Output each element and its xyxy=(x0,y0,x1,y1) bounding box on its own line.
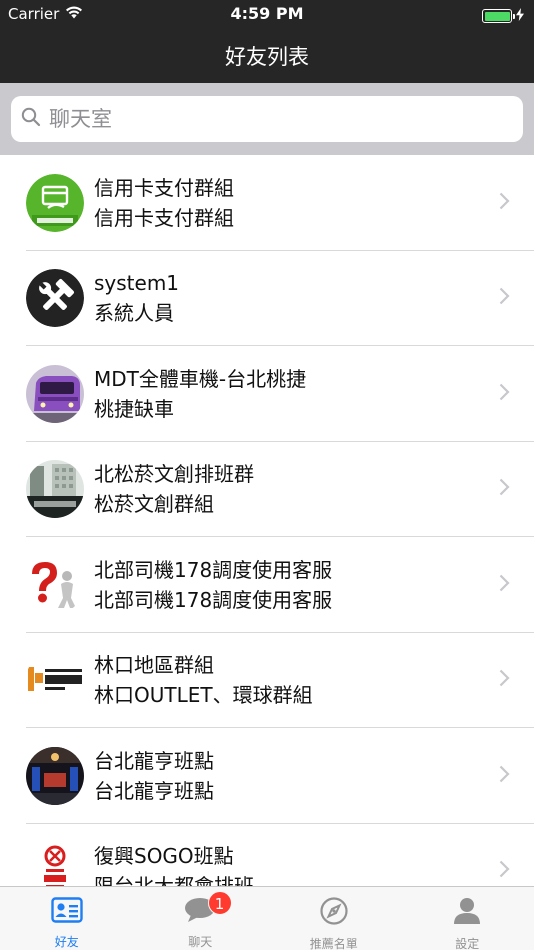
battery-indicator xyxy=(482,7,524,25)
tab-bar: 好友 1 聊天 推薦名單 設定 xyxy=(0,886,534,950)
tab-friends[interactable]: 好友 xyxy=(0,887,134,950)
contact-name: 北松菸文創排班群 xyxy=(94,462,254,487)
navigation-bar: 好友列表 xyxy=(0,28,534,83)
contact-row[interactable]: system1 系統人員 xyxy=(0,251,534,346)
contact-row[interactable]: MDT全體車機-台北桃捷 桃捷缺車 xyxy=(0,346,534,442)
status-time: 4:59 PM xyxy=(230,4,304,23)
tab-label: 推薦名單 xyxy=(309,937,358,950)
tab-recommended[interactable]: 推薦名單 xyxy=(267,887,401,950)
page-title: 好友列表 xyxy=(225,45,309,69)
contact-subtitle: 松菸文創群組 xyxy=(94,492,214,517)
chevron-right-icon xyxy=(499,192,510,214)
credit-card-group-avatar xyxy=(26,173,84,232)
contact-name: 復興SOGO班點 xyxy=(94,844,234,869)
tab-settings[interactable]: 設定 xyxy=(401,887,534,950)
contact-name: system1 xyxy=(94,271,180,296)
question-mark-avatar xyxy=(26,555,84,614)
contact-row[interactable]: 復興SOGO班點 限台北大都會排班 xyxy=(0,824,534,886)
chevron-right-icon xyxy=(499,478,510,500)
contact-row[interactable]: 信用卡支付群組 信用卡支付群組 xyxy=(0,155,534,251)
contact-name: 林口地區群組 xyxy=(94,653,214,678)
contact-row[interactable]: 林口地區群組 林口OUTLET、環球群組 xyxy=(0,633,534,728)
chevron-right-icon xyxy=(499,383,510,405)
outlet-park-avatar xyxy=(26,651,84,710)
charging-bolt-icon xyxy=(516,7,524,25)
chevron-right-icon xyxy=(499,287,510,309)
contacts-card-icon xyxy=(51,897,83,927)
contact-subtitle: 北部司機178調度使用客服 xyxy=(94,587,333,612)
contact-row[interactable]: 台北龍亨班點 台北龍亨班點 xyxy=(0,728,534,824)
contact-name: MDT全體車機-台北桃捷 xyxy=(94,366,307,391)
contact-subtitle: 台北龍亨班點 xyxy=(94,778,214,803)
search-input[interactable] xyxy=(49,107,489,131)
building-photo-avatar xyxy=(26,460,84,519)
tab-label: 聊天 xyxy=(188,935,213,949)
sogo-logo-avatar xyxy=(26,842,84,886)
contact-subtitle: 信用卡支付群組 xyxy=(94,205,234,230)
chevron-right-icon xyxy=(499,765,510,787)
status-bar: Carrier 4:59 PM xyxy=(0,0,534,28)
contact-name: 台北龍亨班點 xyxy=(94,748,214,773)
friends-list[interactable]: 信用卡支付群組 信用卡支付群組 system1 系統人員 MDT全體車機-台北桃… xyxy=(0,155,534,886)
person-icon xyxy=(453,897,481,929)
unread-badge: 1 xyxy=(207,891,232,915)
contact-subtitle: 限台北大都會排班 xyxy=(94,873,254,886)
search-icon xyxy=(21,107,41,131)
tab-label: 好友 xyxy=(54,935,79,949)
battery-icon xyxy=(482,9,515,23)
chevron-right-icon xyxy=(499,574,510,596)
tab-label: 設定 xyxy=(455,937,480,950)
search-bar-area xyxy=(0,83,534,155)
tools-avatar xyxy=(26,269,84,328)
contact-subtitle: 桃捷缺車 xyxy=(94,396,174,421)
contact-row[interactable]: 北松菸文創排班群 松菸文創群組 xyxy=(0,442,534,537)
contact-name: 北部司機178調度使用客服 xyxy=(94,557,333,582)
chevron-right-icon xyxy=(499,669,510,691)
contact-subtitle: 林口OUTLET、環球群組 xyxy=(94,683,313,708)
contact-name: 信用卡支付群組 xyxy=(94,175,234,200)
chevron-right-icon xyxy=(499,860,510,882)
contact-row[interactable]: 北部司機178調度使用客服 北部司機178調度使用客服 xyxy=(0,537,534,633)
metro-train-avatar xyxy=(26,364,84,423)
nightlife-photo-avatar xyxy=(26,746,84,805)
tab-chat[interactable]: 1 聊天 xyxy=(134,887,268,950)
contact-subtitle: 系統人員 xyxy=(94,301,174,326)
search-box[interactable] xyxy=(11,96,523,142)
compass-icon xyxy=(320,897,348,929)
